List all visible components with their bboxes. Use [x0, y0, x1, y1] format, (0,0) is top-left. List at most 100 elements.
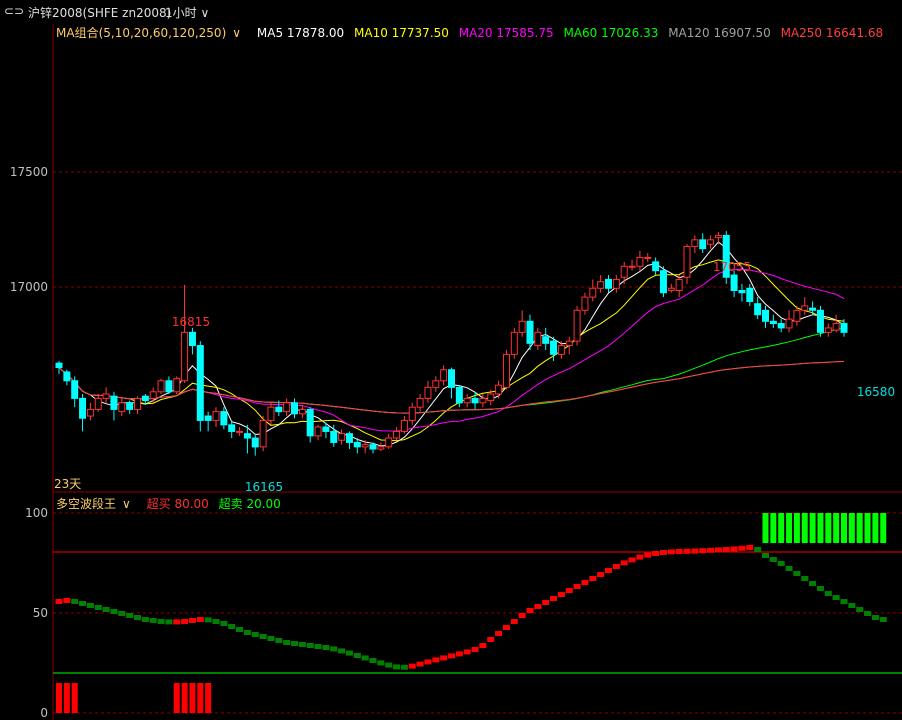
- candle-body: [400, 419, 408, 432]
- bull-signal-bar: [848, 513, 855, 543]
- bear-signal-bar: [189, 683, 196, 713]
- candle-body: [644, 256, 652, 259]
- candle-body: [840, 323, 848, 333]
- indicator-segment: [228, 624, 236, 629]
- candle-body: [809, 307, 817, 311]
- indicator-segment: [345, 650, 353, 656]
- indicator-segment: [416, 661, 424, 667]
- candle-body: [228, 424, 236, 432]
- indicator-segment: [636, 554, 644, 560]
- indicator-segment: [754, 547, 762, 552]
- indicator-segment: [291, 641, 298, 646]
- indicator-segment: [165, 619, 173, 625]
- indicator-segment: [283, 640, 291, 645]
- indicator-segment: [243, 630, 251, 635]
- indicator-segment: [55, 599, 63, 604]
- indicator-segment: [518, 613, 526, 618]
- indicator-segment: [463, 649, 471, 655]
- bear-signal-bar: [205, 683, 212, 713]
- indicator-segment: [259, 634, 267, 639]
- candle-body: [793, 309, 801, 322]
- indicator-segment: [746, 545, 754, 550]
- indicator-segment: [714, 547, 722, 553]
- candle-body: [393, 430, 401, 439]
- indicator-segment: [644, 552, 652, 558]
- indicator-segment: [455, 651, 463, 657]
- candle-body: [495, 384, 503, 395]
- indicator-segment: [652, 551, 660, 556]
- indicator-segment: [605, 568, 612, 573]
- indicator-segment: [322, 645, 330, 650]
- indicator-segment: [196, 617, 204, 622]
- kline-chart[interactable]: 17500 17000 100 50 0 16815 16165 17055 1…: [0, 0, 902, 720]
- candle-body: [550, 340, 558, 355]
- candle-body: [769, 320, 777, 325]
- indicator-segment: [173, 619, 181, 625]
- indicator-segment: [314, 644, 322, 649]
- candle-body: [283, 402, 291, 413]
- indicator-segment: [102, 607, 110, 612]
- indicator-segment: [785, 566, 793, 571]
- indicator-segment: [385, 662, 393, 668]
- candle-body: [220, 411, 228, 426]
- indicator-segment: [769, 557, 777, 562]
- indicator-segment: [353, 653, 361, 658]
- candle-body: [699, 239, 707, 250]
- indicator-segment: [730, 546, 738, 552]
- indicator-segment: [330, 646, 338, 652]
- candle-body: [612, 278, 620, 289]
- bear-signal-bar: [63, 683, 70, 713]
- candle-body: [471, 397, 479, 404]
- indicator-segment: [801, 576, 809, 581]
- candle-body: [259, 419, 267, 448]
- indicator-segment: [738, 545, 746, 551]
- candle-body: [345, 433, 353, 443]
- indicator-segment: [220, 621, 228, 626]
- candle-body: [636, 256, 644, 267]
- bear-signal-bar: [56, 683, 62, 713]
- candle-body: [565, 340, 573, 347]
- candle-body: [416, 397, 424, 408]
- indicator-segment: [369, 658, 377, 663]
- indicator-segment: [550, 596, 558, 601]
- candle-body: [730, 274, 738, 291]
- candle-body: [55, 362, 63, 369]
- indicator-segment: [251, 632, 259, 637]
- candle-body: [448, 369, 455, 388]
- indicator-segment: [212, 619, 220, 624]
- candle-body: [479, 397, 487, 404]
- candle-body: [134, 397, 141, 410]
- indicator-segment: [856, 607, 864, 612]
- candle-body: [542, 336, 550, 344]
- bull-signal-bar: [841, 513, 847, 543]
- bull-signal-bar: [817, 513, 824, 543]
- indicator-segment: [762, 553, 769, 558]
- indicator-segment: [809, 581, 817, 586]
- bull-signal-bar: [801, 513, 808, 543]
- candle-body: [581, 296, 589, 311]
- indicator-segment: [510, 619, 518, 624]
- candle-body: [628, 265, 636, 268]
- bull-signal-bar: [778, 513, 785, 543]
- indicator-segment: [495, 631, 503, 636]
- candle-body: [440, 369, 448, 382]
- indicator-segment: [448, 653, 455, 659]
- indicator-segment: [871, 615, 879, 620]
- candle-body: [573, 309, 581, 342]
- indicator-segment: [94, 605, 102, 610]
- indicator-segment: [157, 619, 165, 624]
- bull-signal-bar: [864, 513, 871, 543]
- candle-body: [118, 402, 126, 413]
- indicator-segment: [832, 595, 840, 600]
- ind-tick-100: 100: [25, 506, 48, 520]
- indicator-segment: [479, 643, 487, 648]
- candle-body: [361, 444, 369, 448]
- indicator-segment: [691, 548, 699, 554]
- bull-signal-bar: [770, 513, 777, 543]
- bear-signal-bar: [71, 683, 78, 713]
- indicator-segment: [149, 618, 157, 623]
- price-tick-17000: 17000: [10, 280, 48, 294]
- candle-body: [188, 331, 196, 347]
- candle-body: [801, 305, 809, 311]
- candle-body: [659, 270, 667, 294]
